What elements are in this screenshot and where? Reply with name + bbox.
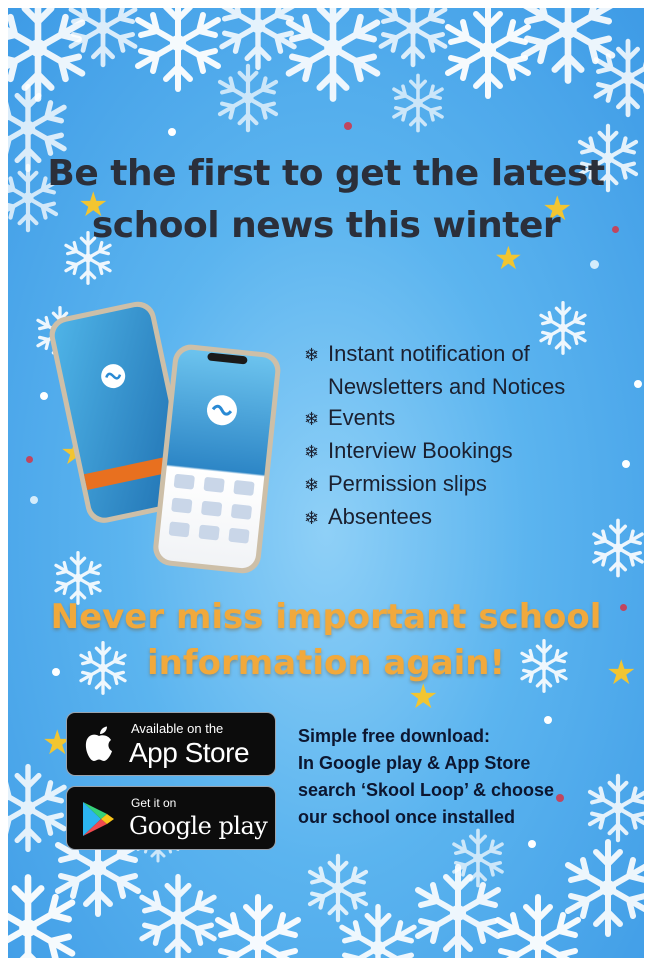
snowflake-bullet-icon: ❄ (304, 409, 320, 429)
snowflake-bullet-icon: ❄ (304, 475, 320, 495)
app-store-button[interactable]: Available on the App Store (66, 712, 276, 776)
snowflake-icon (592, 518, 644, 578)
snowflake-icon (8, 8, 82, 99)
sparkle-dot (344, 122, 352, 130)
snowflake-icon (590, 776, 644, 840)
app-store-small-label: Available on the (131, 721, 224, 736)
download-line: search ‘Skool Loop’ & choose (298, 780, 555, 800)
download-line: In Google play & App Store (298, 753, 531, 773)
tagline-line-2: information again! (146, 643, 506, 683)
sparkle-dot (26, 456, 33, 463)
download-line: Simple free download: (298, 726, 491, 746)
google-play-button[interactable]: Get it on Google play (66, 786, 276, 850)
feature-list: ❄ Instant notification of Newsletters and… (304, 338, 565, 534)
snowflake-icon (381, 8, 445, 65)
sparkle-dot (30, 496, 38, 504)
sparkle-dot (168, 128, 176, 136)
feature-item: ❄ Absentees (304, 501, 565, 534)
app-store-big-label: App Store (129, 737, 250, 768)
feature-item: Newsletters and Notices (328, 374, 566, 399)
apple-logo-icon (85, 726, 112, 761)
snowflake-icon (452, 828, 504, 888)
google-play-big-label: Google play (129, 812, 268, 840)
sparkle-dot (528, 840, 536, 848)
sparkle-dot (590, 260, 599, 269)
tagline-line-1: Never miss important school (50, 597, 602, 637)
snowflake-icon (448, 8, 528, 96)
snowflake-icon (342, 907, 414, 958)
download-instructions: Simple free download: In Google play & A… (298, 723, 554, 831)
snowflake-icon (8, 767, 64, 850)
google-play-small-label: Get it on (131, 796, 177, 810)
snowflake-icon (392, 73, 444, 133)
snowflake-icon (142, 877, 214, 958)
phone-mockup (49, 301, 281, 574)
snowflake-icon (138, 8, 218, 89)
feature-item: ❄ Instant notification of (304, 338, 565, 371)
snowflake-bullet-icon: ❄ (304, 442, 320, 462)
sparkle-dot (634, 380, 642, 388)
snowflake-bullet-icon: ❄ (304, 345, 320, 365)
snowflake-icon (498, 897, 578, 958)
sparkle-dot (622, 460, 630, 468)
download-line: our school once installed (298, 807, 516, 827)
snowflake-icon (220, 66, 276, 130)
front-phone (153, 344, 281, 574)
winter-poster: ★ ★ ★ ★ ★ ★ ★ Be the first to get the la… (8, 8, 644, 958)
snowflake-icon (310, 856, 366, 920)
headline-line-2: school news this winter (91, 205, 561, 246)
google-play-logo-icon (83, 802, 114, 836)
snowflake-icon (218, 897, 298, 958)
feature-item: ❄ Interview Bookings (304, 435, 565, 468)
snowflake-icon (289, 8, 377, 99)
feature-item: ❄ Events (304, 402, 565, 435)
snowflake-icon (222, 8, 294, 67)
headline-line-1: Be the first to get the latest (47, 153, 605, 194)
headline: Be the first to get the latest school ne… (8, 148, 644, 252)
snowflake-bullet-icon: ❄ (304, 508, 320, 528)
tagline: Never miss important school information … (8, 594, 644, 686)
feature-item: ❄ Permission slips (304, 468, 565, 501)
sparkle-dot (556, 794, 564, 802)
